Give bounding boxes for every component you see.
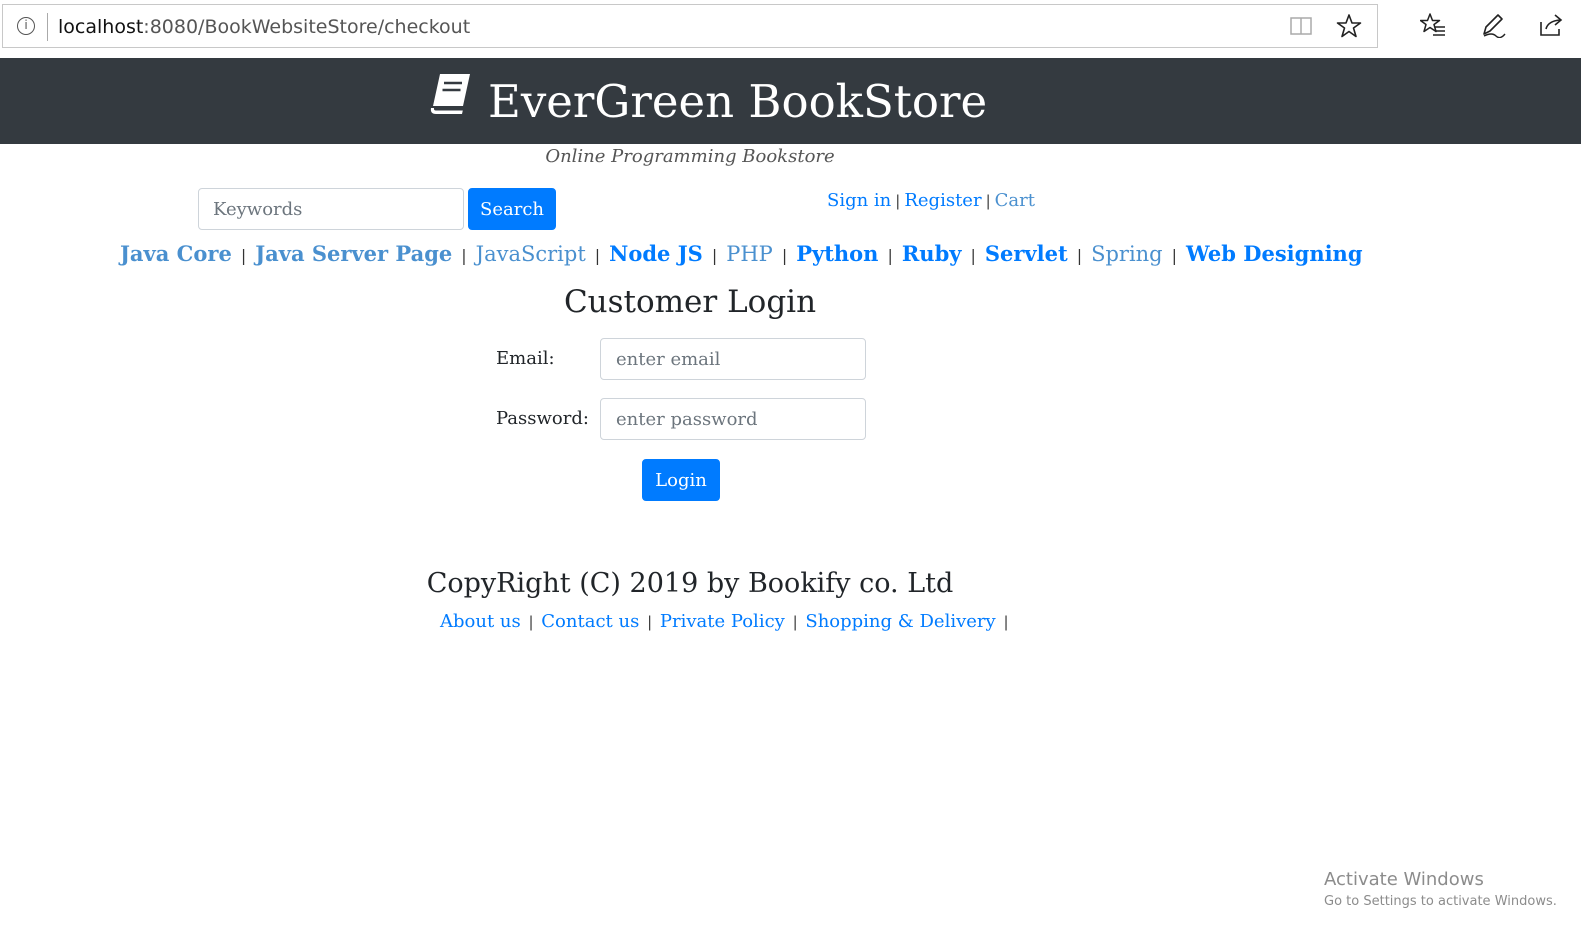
category-link[interactable]: Java Core	[120, 241, 232, 266]
category-link[interactable]: Spring	[1091, 242, 1163, 266]
password-label: Password:	[496, 408, 589, 429]
category-link[interactable]: JavaScript	[476, 242, 586, 266]
email-field[interactable]	[600, 338, 866, 380]
about-us-link[interactable]: About us	[440, 611, 521, 632]
category-link[interactable]: PHP	[726, 242, 773, 266]
login-button[interactable]: Login	[642, 459, 720, 501]
category-nav: Java Core | Java Server Page | JavaScript | No…	[120, 241, 1363, 266]
category-link[interactable]: Java Server Page	[255, 241, 452, 266]
separator: |	[985, 192, 991, 210]
category-link[interactable]: Node JS	[609, 241, 703, 266]
address-bar[interactable]: i localhost:8080/BookWebsiteStore/checko…	[2, 4, 1378, 48]
login-title: Customer Login	[563, 284, 817, 320]
pen-icon[interactable]	[1480, 12, 1506, 38]
password-field[interactable]	[600, 398, 866, 440]
category-link[interactable]: Servlet	[985, 241, 1068, 266]
account-links: Sign in | Register | Cart	[827, 189, 1035, 213]
site-tagline: Online Programming Bookstore	[545, 146, 835, 167]
category-link[interactable]: Python	[796, 241, 878, 266]
category-link[interactable]: Web Designing	[1186, 241, 1362, 266]
share-icon[interactable]	[1538, 12, 1564, 38]
category-link[interactable]: Ruby	[902, 241, 962, 266]
watermark-title: Activate Windows	[1324, 869, 1484, 890]
watermark-subtitle: Go to Settings to activate Windows.	[1324, 894, 1557, 909]
search-input[interactable]	[198, 188, 464, 230]
cart-link[interactable]: Cart	[995, 190, 1035, 211]
contact-us-link[interactable]: Contact us	[541, 611, 639, 632]
sign-in-link[interactable]: Sign in	[827, 190, 891, 211]
info-icon[interactable]: i	[17, 17, 35, 35]
email-label: Email:	[496, 348, 555, 369]
separator: |	[895, 192, 901, 210]
book-icon	[428, 70, 474, 116]
url-path: :8080/BookWebsiteStore/checkout	[143, 16, 471, 38]
address-divider	[47, 13, 48, 41]
site-title[interactable]: EverGreen BookStore	[488, 74, 987, 130]
search-button[interactable]: Search	[468, 188, 556, 230]
favorite-star-icon[interactable]	[1336, 13, 1362, 39]
separator: |	[528, 613, 534, 631]
activate-windows-watermark: Activate Windows Go to Settings to activ…	[1324, 868, 1557, 912]
separator: |	[1003, 613, 1009, 631]
site-header: EverGreen BookStore	[0, 58, 1581, 144]
footer-links: About us | Contact us | Private Policy |…	[440, 610, 1011, 634]
separator: |	[647, 613, 653, 631]
url-host: localhost	[58, 16, 144, 38]
register-link[interactable]: Register	[904, 190, 981, 211]
reading-view-icon[interactable]	[1288, 13, 1314, 39]
separator: |	[792, 613, 798, 631]
favorites-list-icon[interactable]	[1420, 12, 1446, 38]
privacy-policy-link[interactable]: Private Policy	[660, 611, 785, 632]
url-text[interactable]: localhost:8080/BookWebsiteStore/checkout	[58, 15, 470, 39]
copyright-text: CopyRight (C) 2019 by Bookify co. Ltd	[426, 568, 954, 599]
shopping-delivery-link[interactable]: Shopping & Delivery	[805, 611, 995, 632]
